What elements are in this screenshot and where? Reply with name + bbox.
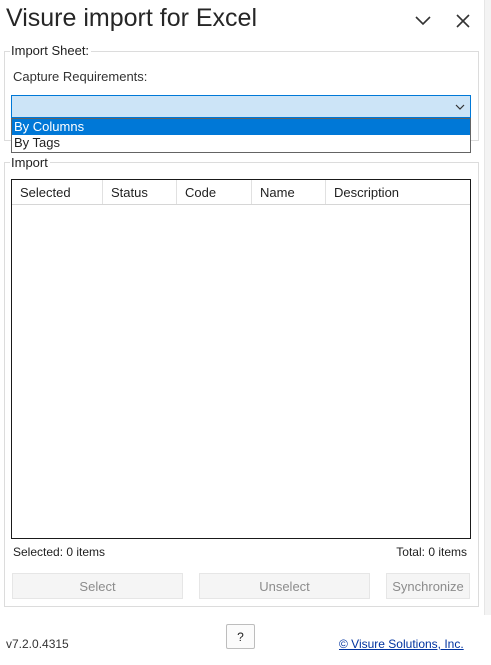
requirements-table[interactable]: Selected Status Code Name Description	[11, 179, 471, 539]
total-count: Total: 0 items	[396, 545, 467, 559]
title-bar: Visure import for Excel	[0, 0, 491, 40]
close-button[interactable]	[450, 8, 476, 34]
synchronize-button[interactable]: Synchronize	[386, 573, 470, 599]
window-title: Visure import for Excel	[6, 4, 258, 32]
column-header-description[interactable]: Description	[326, 180, 470, 204]
help-button[interactable]: ?	[226, 624, 255, 649]
collapse-button[interactable]	[410, 8, 436, 34]
footer: v7.2.0.4315 ? © Visure Solutions, Inc.	[0, 615, 491, 665]
capture-requirements-combobox[interactable]	[11, 95, 471, 118]
column-header-selected[interactable]: Selected	[12, 180, 103, 204]
table-header: Selected Status Code Name Description	[12, 180, 470, 205]
chevron-down-icon	[455, 104, 465, 110]
column-header-code[interactable]: Code	[177, 180, 252, 204]
copyright-link[interactable]: © Visure Solutions, Inc.	[339, 637, 464, 651]
column-header-status[interactable]: Status	[103, 180, 177, 204]
pane-edge	[484, 0, 491, 665]
option-by-tags[interactable]: By Tags	[12, 135, 470, 151]
close-icon	[456, 14, 470, 28]
selected-count: Selected: 0 items	[13, 545, 106, 559]
select-button[interactable]: Select	[12, 573, 183, 599]
chevron-down-icon	[415, 16, 431, 26]
capture-requirements-dropdown: By Columns By Tags	[11, 118, 471, 153]
column-header-name[interactable]: Name	[252, 180, 326, 204]
option-by-columns[interactable]: By Columns	[12, 119, 470, 135]
unselect-button[interactable]: Unselect	[199, 573, 370, 599]
import-legend: Import	[10, 155, 50, 170]
version-label: v7.2.0.4315	[6, 637, 69, 651]
import-sheet-legend: Import Sheet:	[10, 43, 92, 58]
capture-requirements-label: Capture Requirements:	[13, 69, 148, 84]
